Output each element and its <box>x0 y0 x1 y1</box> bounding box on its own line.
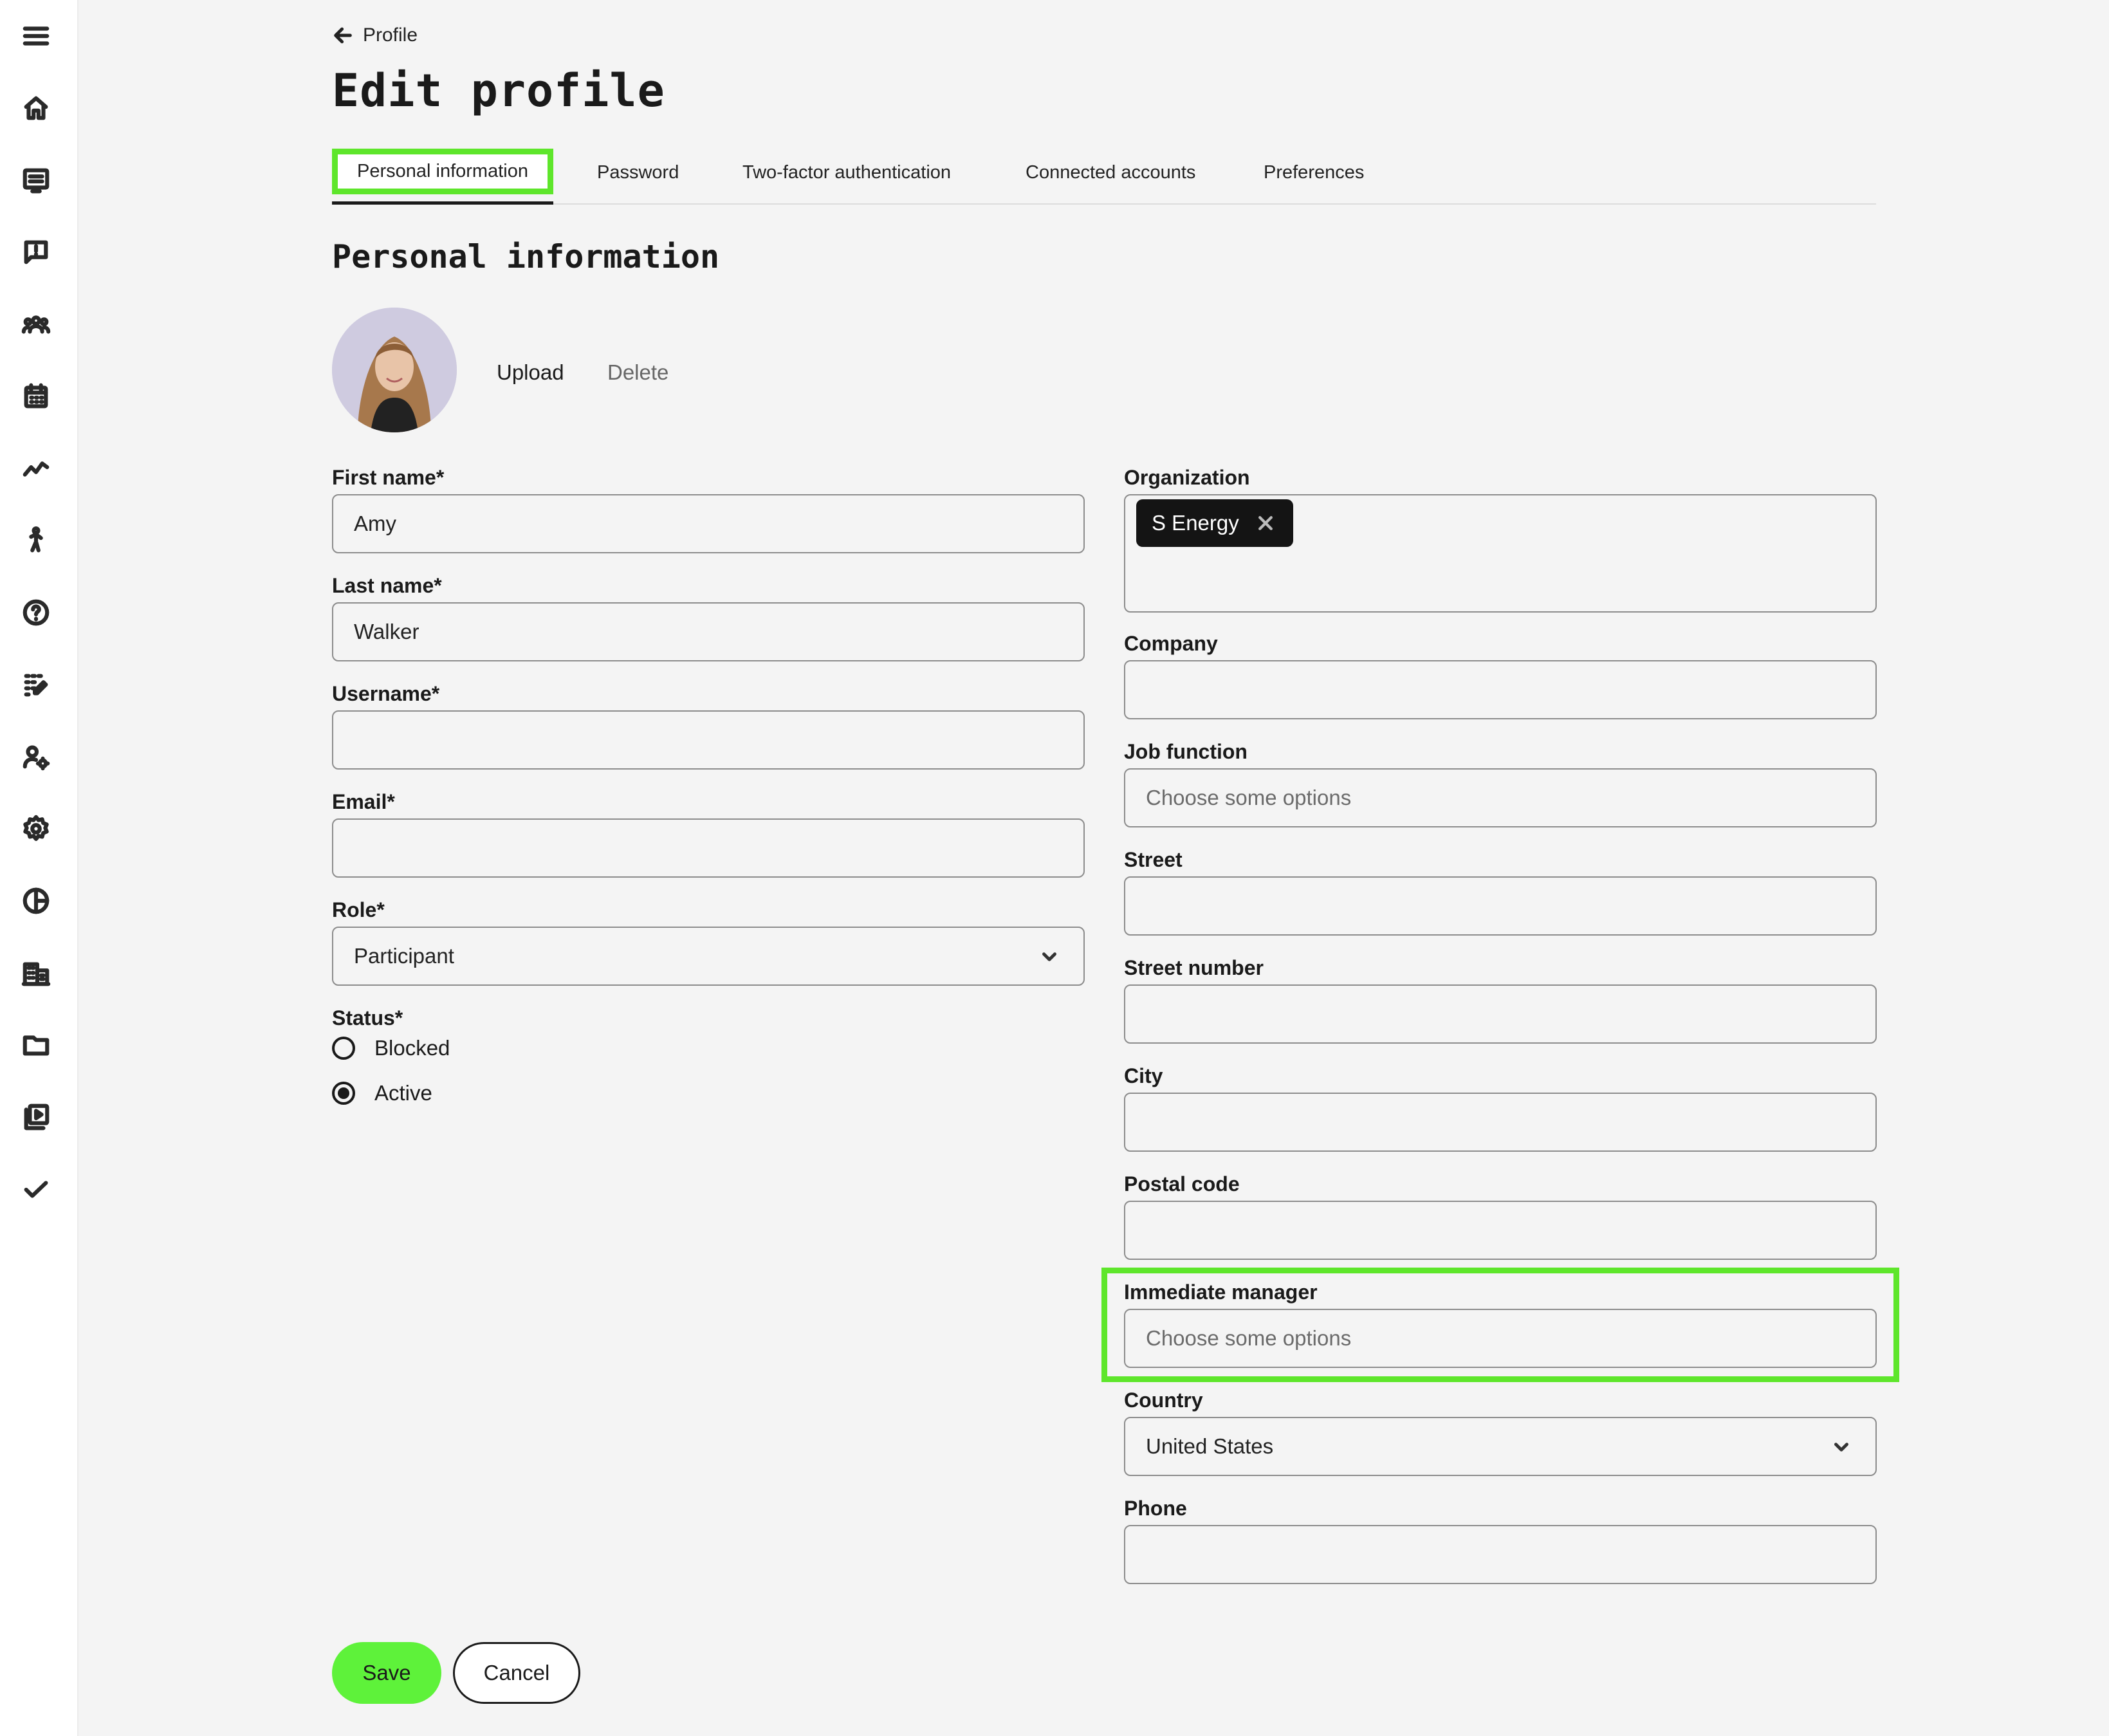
last-name-input[interactable]: Walker <box>332 602 1085 661</box>
role-value: Participant <box>354 944 454 968</box>
cancel-button[interactable]: Cancel <box>453 1642 580 1704</box>
radio-label: Blocked <box>374 1036 450 1060</box>
user-settings-icon[interactable] <box>18 739 54 775</box>
activity-icon[interactable] <box>18 522 54 559</box>
sidebar <box>0 0 78 1736</box>
analytics-icon[interactable] <box>18 450 54 486</box>
status-radio-active[interactable]: Active <box>332 1081 432 1105</box>
save-button[interactable]: Save <box>332 1642 441 1704</box>
chevron-down-icon <box>1042 952 1056 961</box>
tab-connected-accounts[interactable]: Connected accounts <box>1026 142 1195 203</box>
folder-icon[interactable] <box>18 1027 54 1063</box>
tab-label: Two-factor authentication <box>742 162 952 183</box>
chevron-down-icon <box>1834 1443 1848 1452</box>
status-radio-blocked[interactable]: Blocked <box>332 1036 450 1060</box>
radio-button[interactable] <box>332 1037 355 1060</box>
phone-label: Phone <box>1124 1497 1187 1520</box>
job-function-placeholder: Choose some options <box>1146 786 1352 809</box>
upload-button[interactable]: Upload <box>497 360 564 385</box>
tab-password[interactable]: Password <box>597 142 679 203</box>
street-number-input[interactable] <box>1124 984 1877 1044</box>
city-label: City <box>1124 1064 1163 1087</box>
arrow-left-icon <box>334 27 352 44</box>
tab-label: Preferences <box>1264 162 1365 183</box>
postal-code-input[interactable] <box>1124 1201 1877 1260</box>
country-select[interactable]: United States <box>1124 1417 1877 1476</box>
job-function-label: Job function <box>1124 740 1248 763</box>
job-function-select[interactable]: Choose some options <box>1124 768 1877 827</box>
tab-two-factor-authentication[interactable]: Two-factor authentication <box>742 142 951 203</box>
close-icon[interactable] <box>1256 513 1275 533</box>
pie-chart-icon[interactable] <box>18 883 54 919</box>
first-name-label: First name* <box>332 466 445 489</box>
section-title: Personal information <box>332 238 720 275</box>
apps-edit-icon[interactable] <box>18 667 54 703</box>
first-name-input[interactable]: Amy <box>332 494 1085 553</box>
city-input[interactable] <box>1124 1093 1877 1152</box>
immediate-manager-label: Immediate manager <box>1124 1280 1318 1304</box>
email-label: Email* <box>332 790 395 813</box>
calendar-icon[interactable] <box>18 378 54 414</box>
home-icon[interactable] <box>18 90 54 126</box>
immediate-manager-placeholder: Choose some options <box>1146 1326 1352 1350</box>
email-input[interactable] <box>332 818 1085 878</box>
check-icon[interactable] <box>18 1171 54 1207</box>
street-input[interactable] <box>1124 876 1877 936</box>
settings-icon[interactable] <box>18 811 54 847</box>
back-label: Profile <box>363 24 418 46</box>
list-icon[interactable] <box>18 162 54 198</box>
username-label: Username* <box>332 682 440 705</box>
immediate-manager-select[interactable]: Choose some options <box>1124 1309 1877 1368</box>
radio-button-selected[interactable] <box>332 1082 355 1105</box>
feedback-icon[interactable] <box>18 234 54 270</box>
street-number-label: Street number <box>1124 956 1264 979</box>
chip-label: S Energy <box>1152 511 1239 535</box>
role-select[interactable]: Participant <box>332 927 1085 986</box>
company-label: Company <box>1124 632 1218 655</box>
menu-icon[interactable] <box>18 18 54 54</box>
video-library-icon[interactable] <box>18 1099 54 1135</box>
last-name-value: Walker <box>354 620 419 643</box>
tab-bar: Personal information Password Two-factor… <box>332 142 1876 205</box>
organization-label: Organization <box>1124 466 1250 489</box>
groups-icon[interactable] <box>18 306 54 342</box>
organization-chip: S Energy <box>1136 499 1293 547</box>
tab-personal-information[interactable]: Personal information <box>332 142 553 205</box>
radio-label: Active <box>374 1081 432 1105</box>
role-label: Role* <box>332 898 385 921</box>
tab-preferences[interactable]: Preferences <box>1264 142 1364 203</box>
status-label: Status* <box>332 1006 403 1030</box>
page-title: Edit profile <box>332 64 665 117</box>
postal-code-label: Postal code <box>1124 1172 1240 1196</box>
tab-label: Password <box>597 162 679 183</box>
delete-button[interactable]: Delete <box>607 360 668 385</box>
first-name-value: Amy <box>354 512 396 535</box>
country-value: United States <box>1146 1434 1274 1458</box>
tab-label: Connected accounts <box>1026 162 1196 183</box>
back-link[interactable]: Profile <box>332 24 418 46</box>
username-input[interactable] <box>332 710 1085 770</box>
tab-label: Personal information <box>332 149 553 194</box>
building-icon[interactable] <box>18 955 54 991</box>
help-icon[interactable] <box>18 595 54 631</box>
last-name-label: Last name* <box>332 574 442 597</box>
country-label: Country <box>1124 1389 1203 1412</box>
company-input[interactable] <box>1124 660 1877 719</box>
phone-input[interactable] <box>1124 1525 1877 1584</box>
avatar <box>332 308 457 432</box>
street-label: Street <box>1124 848 1183 871</box>
